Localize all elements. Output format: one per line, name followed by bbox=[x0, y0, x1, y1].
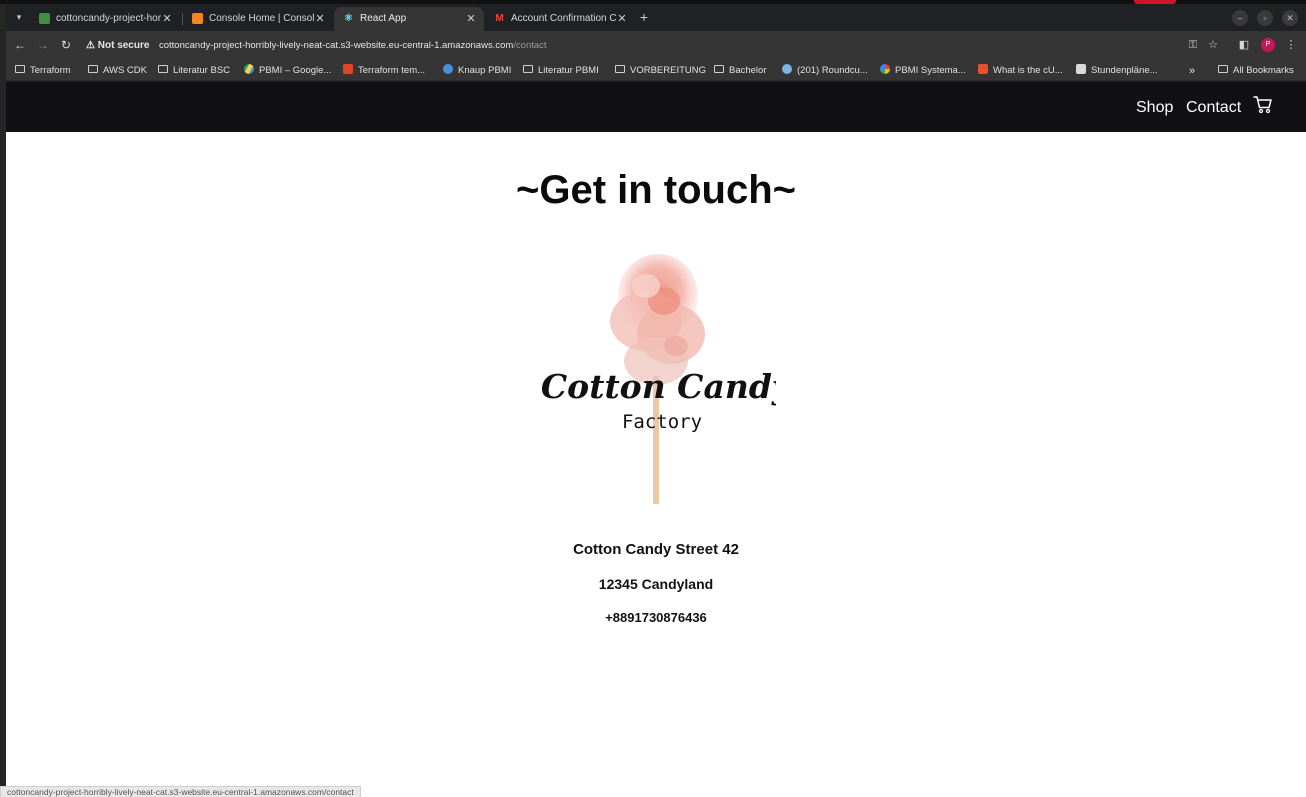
bookmark-pbmi-google[interactable]: PBMI – Google... bbox=[244, 63, 331, 79]
bookmark-what-is-the-cu[interactable]: What is the cU... bbox=[978, 63, 1063, 79]
url-text[interactable]: cottoncandy-project-horribly-lively-neat… bbox=[159, 38, 547, 53]
profile-avatar[interactable]: P bbox=[1261, 38, 1275, 52]
close-icon[interactable]: ✕ bbox=[314, 12, 326, 26]
drive-icon bbox=[244, 64, 254, 75]
security-label: Not secure bbox=[97, 40, 150, 51]
aws-favicon-icon bbox=[192, 13, 203, 24]
address-street: Cotton Candy Street 42 bbox=[573, 541, 739, 558]
logo-text-cotton-candy: Cotton Candy bbox=[541, 367, 776, 406]
bookmark-literatur-pbmi[interactable]: Literatur PBMI bbox=[523, 63, 599, 79]
bookmark-bachelor[interactable]: Bachelor bbox=[714, 63, 767, 79]
folder-icon bbox=[88, 65, 98, 74]
bookmark-knaup-pbmi[interactable]: Knaup PBMI bbox=[443, 63, 511, 79]
bookmark-label: PBMI – Google... bbox=[259, 65, 332, 76]
tab-title: cottoncandy-project-hor bbox=[56, 13, 161, 24]
reload-icon[interactable]: ↻ bbox=[58, 37, 74, 53]
browser-window: ▾ cottoncandy-project-hor ✕ Console Home… bbox=[6, 4, 1306, 797]
tab-strip: ▾ cottoncandy-project-hor ✕ Console Home… bbox=[6, 4, 1306, 31]
close-icon[interactable]: ✕ bbox=[161, 12, 173, 26]
bookmark-label: Knaup PBMI bbox=[458, 65, 512, 76]
tab-title: Account Confirmation C bbox=[511, 13, 616, 24]
logo-text-factory: Factory bbox=[622, 411, 702, 433]
page-icon bbox=[978, 64, 988, 75]
address-bar[interactable]: ⚠ Not secure cottoncandy-project-horribl… bbox=[80, 34, 1210, 57]
screen: ▾ cottoncandy-project-hor ✕ Console Home… bbox=[0, 0, 1306, 797]
bookmark-label: All Bookmarks bbox=[1233, 65, 1294, 76]
folder-icon bbox=[615, 65, 625, 74]
close-icon[interactable]: ✕ bbox=[616, 12, 628, 26]
bookmark-label: Terraform tem... bbox=[358, 65, 426, 76]
folder-icon bbox=[1218, 65, 1228, 74]
bookmark-label: AWS CDK bbox=[103, 65, 147, 76]
tab-title: React App bbox=[360, 13, 407, 24]
side-panel-icon[interactable]: ◧ bbox=[1236, 37, 1252, 53]
bookmark-stundenplaene[interactable]: Stundenpläne... bbox=[1076, 63, 1158, 79]
candy-floss bbox=[610, 254, 705, 385]
tab-react-app[interactable]: ⚛ React App ✕ bbox=[334, 7, 484, 31]
bookmark-label: VORBEREITUNG bbox=[630, 65, 707, 76]
bookmark-label: What is the cU... bbox=[993, 65, 1063, 76]
tab-console-home[interactable]: Console Home | Console ✕ bbox=[183, 7, 333, 31]
bookmark-pbmi-systema[interactable]: PBMI Systema... bbox=[880, 63, 966, 79]
browser-toolbar: ← → ↻ ⚠ Not secure cottoncandy-project-h… bbox=[6, 31, 1306, 60]
bookmark-star-icon[interactable]: ☆ bbox=[1205, 37, 1221, 53]
bookmarks-overflow-button[interactable]: » bbox=[1189, 63, 1195, 79]
link-icon bbox=[443, 64, 453, 75]
bookmark-label: PBMI Systema... bbox=[895, 65, 966, 76]
forward-arrow-icon[interactable]: → bbox=[35, 37, 51, 53]
nav-contact-link[interactable]: Contact bbox=[1186, 98, 1241, 118]
bookmark-vorbereitung[interactable]: VORBEREITUNG bbox=[615, 63, 706, 79]
address-city: 12345 Candyland bbox=[598, 576, 714, 592]
bookmark-terraform[interactable]: Terraform bbox=[15, 63, 71, 79]
folder-icon bbox=[158, 65, 168, 74]
cart-icon[interactable] bbox=[1253, 95, 1273, 115]
globe-icon bbox=[782, 64, 792, 75]
page-viewport: Shop Contact ~Get in touch~ Cotton Candy… bbox=[6, 82, 1306, 797]
bookmarks-bar: Terraform AWS CDK Literatur BSC PBMI – G… bbox=[6, 60, 1306, 81]
tab-account-confirmation[interactable]: M Account Confirmation C ✕ bbox=[485, 7, 635, 31]
bookmark-label: (201) Roundcu... bbox=[797, 65, 868, 76]
back-arrow-icon[interactable]: ← bbox=[12, 37, 28, 53]
folder-icon bbox=[15, 65, 25, 74]
page-title: ~Get in touch~ bbox=[515, 168, 797, 212]
all-bookmarks-button[interactable]: All Bookmarks bbox=[1218, 63, 1294, 79]
folder-icon bbox=[523, 65, 533, 74]
folder-icon bbox=[714, 65, 724, 74]
close-icon[interactable]: ✕ bbox=[465, 12, 477, 26]
bookmark-roundcube[interactable]: (201) Roundcu... bbox=[782, 63, 868, 79]
nav-shop-link[interactable]: Shop bbox=[1136, 98, 1173, 118]
gmail-favicon-icon: M bbox=[495, 13, 504, 24]
warning-icon: ⚠ bbox=[86, 40, 95, 51]
gitlab-icon bbox=[343, 64, 353, 75]
new-tab-icon[interactable]: + bbox=[637, 10, 651, 24]
page-icon bbox=[1076, 64, 1086, 75]
menu-kebab-icon[interactable]: ⋮ bbox=[1283, 37, 1299, 53]
security-indicator[interactable]: ⚠ Not secure bbox=[86, 38, 149, 53]
s3-favicon-icon bbox=[39, 13, 50, 24]
bookmark-label: Stundenpläne... bbox=[1091, 65, 1158, 76]
cotton-candy-logo: Cotton Candy Factory bbox=[541, 254, 776, 504]
address-phone: +8891730876436 bbox=[605, 610, 707, 625]
tab-cottoncandy-project[interactable]: cottoncandy-project-hor ✕ bbox=[30, 7, 180, 31]
restore-icon[interactable]: ▫ bbox=[1257, 10, 1273, 26]
site-navbar: Shop Contact bbox=[6, 82, 1306, 132]
bookmark-label: Terraform bbox=[30, 65, 71, 76]
bookmark-label: Bachelor bbox=[729, 65, 767, 76]
tab-search-icon[interactable]: ▾ bbox=[12, 10, 26, 24]
bookmark-label: Literatur PBMI bbox=[538, 65, 599, 76]
minimize-icon[interactable]: – bbox=[1232, 10, 1248, 26]
password-key-icon[interactable]: ⚿ bbox=[1185, 37, 1201, 53]
bookmark-label: Literatur BSC bbox=[173, 65, 231, 76]
tab-title: Console Home | Console bbox=[209, 13, 314, 24]
bookmark-aws-cdk[interactable]: AWS CDK bbox=[88, 63, 147, 79]
url-host: cottoncandy-project-horribly-lively-neat… bbox=[159, 40, 514, 51]
google-icon bbox=[880, 64, 890, 75]
bookmark-literatur-bsc[interactable]: Literatur BSC bbox=[158, 63, 230, 79]
bookmark-terraform-tem[interactable]: Terraform tem... bbox=[343, 63, 425, 79]
url-path: /contact bbox=[513, 40, 547, 51]
window-close-icon[interactable]: ✕ bbox=[1282, 10, 1298, 26]
react-favicon-icon: ⚛ bbox=[344, 13, 353, 24]
link-status-bar: cottoncandy-project-horribly-lively-neat… bbox=[0, 786, 361, 797]
